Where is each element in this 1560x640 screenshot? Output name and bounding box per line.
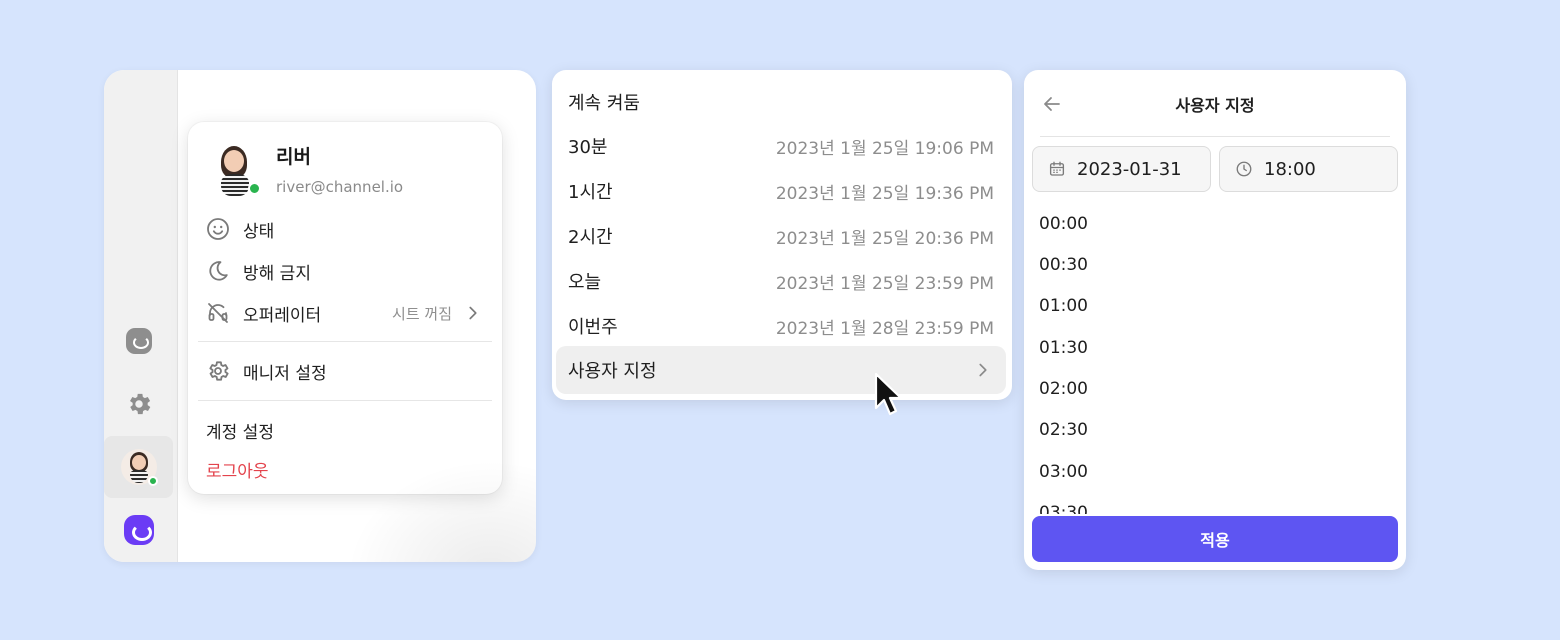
snooze-option[interactable]: 1시간 2023년 1월 25일 19:36 PM [556,170,1006,212]
menu-item-operator-label: 오퍼레이터 [243,305,322,326]
channel-logo-button[interactable] [104,499,173,561]
time-option[interactable]: 00:00 [1039,214,1088,234]
time-option[interactable]: 03:00 [1039,462,1088,482]
menu-item-dnd[interactable]: 방해 금지 [206,256,484,286]
profile-menu: 리버 river@channel.io 상태 방해 금지 오퍼레이터 시트 꺼짐 [188,122,502,494]
picker-divider [1040,136,1390,137]
snooze-header: 계속 켜둠 [568,93,640,114]
chevron-right-icon [469,306,477,320]
snooze-option[interactable]: 30분 2023년 1월 25일 19:06 PM [556,125,1006,167]
snooze-option[interactable]: 2시간 2023년 1월 25일 20:36 PM [556,215,1006,257]
gear-icon [206,359,230,383]
custom-time-picker: 사용자 지정 2023-01-31 18:00 00:00 00:30 01:0… [1024,70,1406,570]
date-field[interactable]: 2023-01-31 [1032,146,1211,192]
snooze-custom-label: 사용자 지정 [568,361,657,382]
online-status-dot [248,182,261,195]
snooze-option-label: 오늘 [568,272,602,293]
chevron-right-icon [979,363,987,377]
time-option[interactable]: 01:30 [1039,338,1088,358]
apply-button[interactable]: 적용 [1032,516,1398,562]
profile-name: 리버 [276,146,311,168]
channel-logo-icon [123,515,154,545]
avatar [120,449,158,486]
profile-email: river@channel.io [276,178,404,196]
snooze-option-label: 1시간 [568,182,613,203]
menu-item-manager-settings-label: 매니저 설정 [243,363,327,384]
time-option[interactable]: 03:30 [1039,503,1088,514]
headset-off-icon [206,301,230,325]
snooze-option-time: 2023년 1월 28일 23:59 PM [775,318,994,339]
picker-title: 사용자 지정 [1175,96,1255,115]
online-status-dot [147,476,158,486]
time-list: 00:00 00:30 01:00 01:30 02:00 02:30 03:0… [1024,202,1406,514]
app-window: 리버 river@channel.io 상태 방해 금지 오퍼레이터 시트 꺼짐 [104,70,536,562]
menu-item-manager-settings[interactable]: 매니저 설정 [206,356,484,386]
chat-icon [125,328,152,354]
settings-rail-button[interactable] [104,373,173,435]
snooze-option-time: 2023년 1월 25일 19:36 PM [775,183,994,204]
snooze-option-time: 2023년 1월 25일 20:36 PM [775,228,994,249]
snooze-option-time: 2023년 1월 25일 23:59 PM [775,273,994,294]
snooze-option-label: 2시간 [568,227,613,248]
side-rail [104,70,178,562]
operator-state-label: 시트 꺼짐 [392,304,452,323]
profile-avatar [212,144,261,196]
snooze-option-time: 2023년 1월 25일 19:06 PM [775,138,994,159]
snooze-option[interactable]: 오늘 2023년 1월 25일 23:59 PM [556,260,1006,302]
menu-item-status-label: 상태 [243,221,275,242]
logout-link[interactable]: 로그아웃 [206,457,269,482]
chat-rail-button[interactable] [104,310,173,372]
menu-item-dnd-label: 방해 금지 [243,263,311,284]
snooze-menu: 계속 켜둠 30분 2023년 1월 25일 19:06 PM 1시간 2023… [552,70,1012,400]
time-option[interactable]: 00:30 [1039,255,1088,275]
snooze-option-label: 이번주 [568,317,618,338]
menu-item-status[interactable]: 상태 [206,214,484,244]
profile-rail-button[interactable] [104,436,173,498]
time-field[interactable]: 18:00 [1219,146,1398,192]
snooze-option[interactable]: 이번주 2023년 1월 28일 23:59 PM [556,305,1006,347]
clock-icon [1234,159,1254,179]
time-value: 18:00 [1264,158,1316,180]
date-value: 2023-01-31 [1077,158,1182,180]
time-option[interactable]: 02:00 [1039,379,1088,399]
moon-icon [206,259,230,283]
menu-divider [198,400,492,401]
calendar-icon [1047,159,1067,179]
menu-item-operator[interactable]: 오퍼레이터 시트 꺼짐 [206,298,484,328]
gear-icon [129,393,150,415]
mouse-cursor-icon [874,372,903,416]
snooze-option-label: 30분 [568,137,608,158]
menu-divider [198,341,492,342]
snooze-custom-option[interactable]: 사용자 지정 [556,346,1006,394]
time-option[interactable]: 01:00 [1039,296,1088,316]
account-settings-link[interactable]: 계정 설정 [206,418,274,443]
smiley-icon [206,217,230,241]
time-option[interactable]: 02:30 [1039,420,1088,440]
